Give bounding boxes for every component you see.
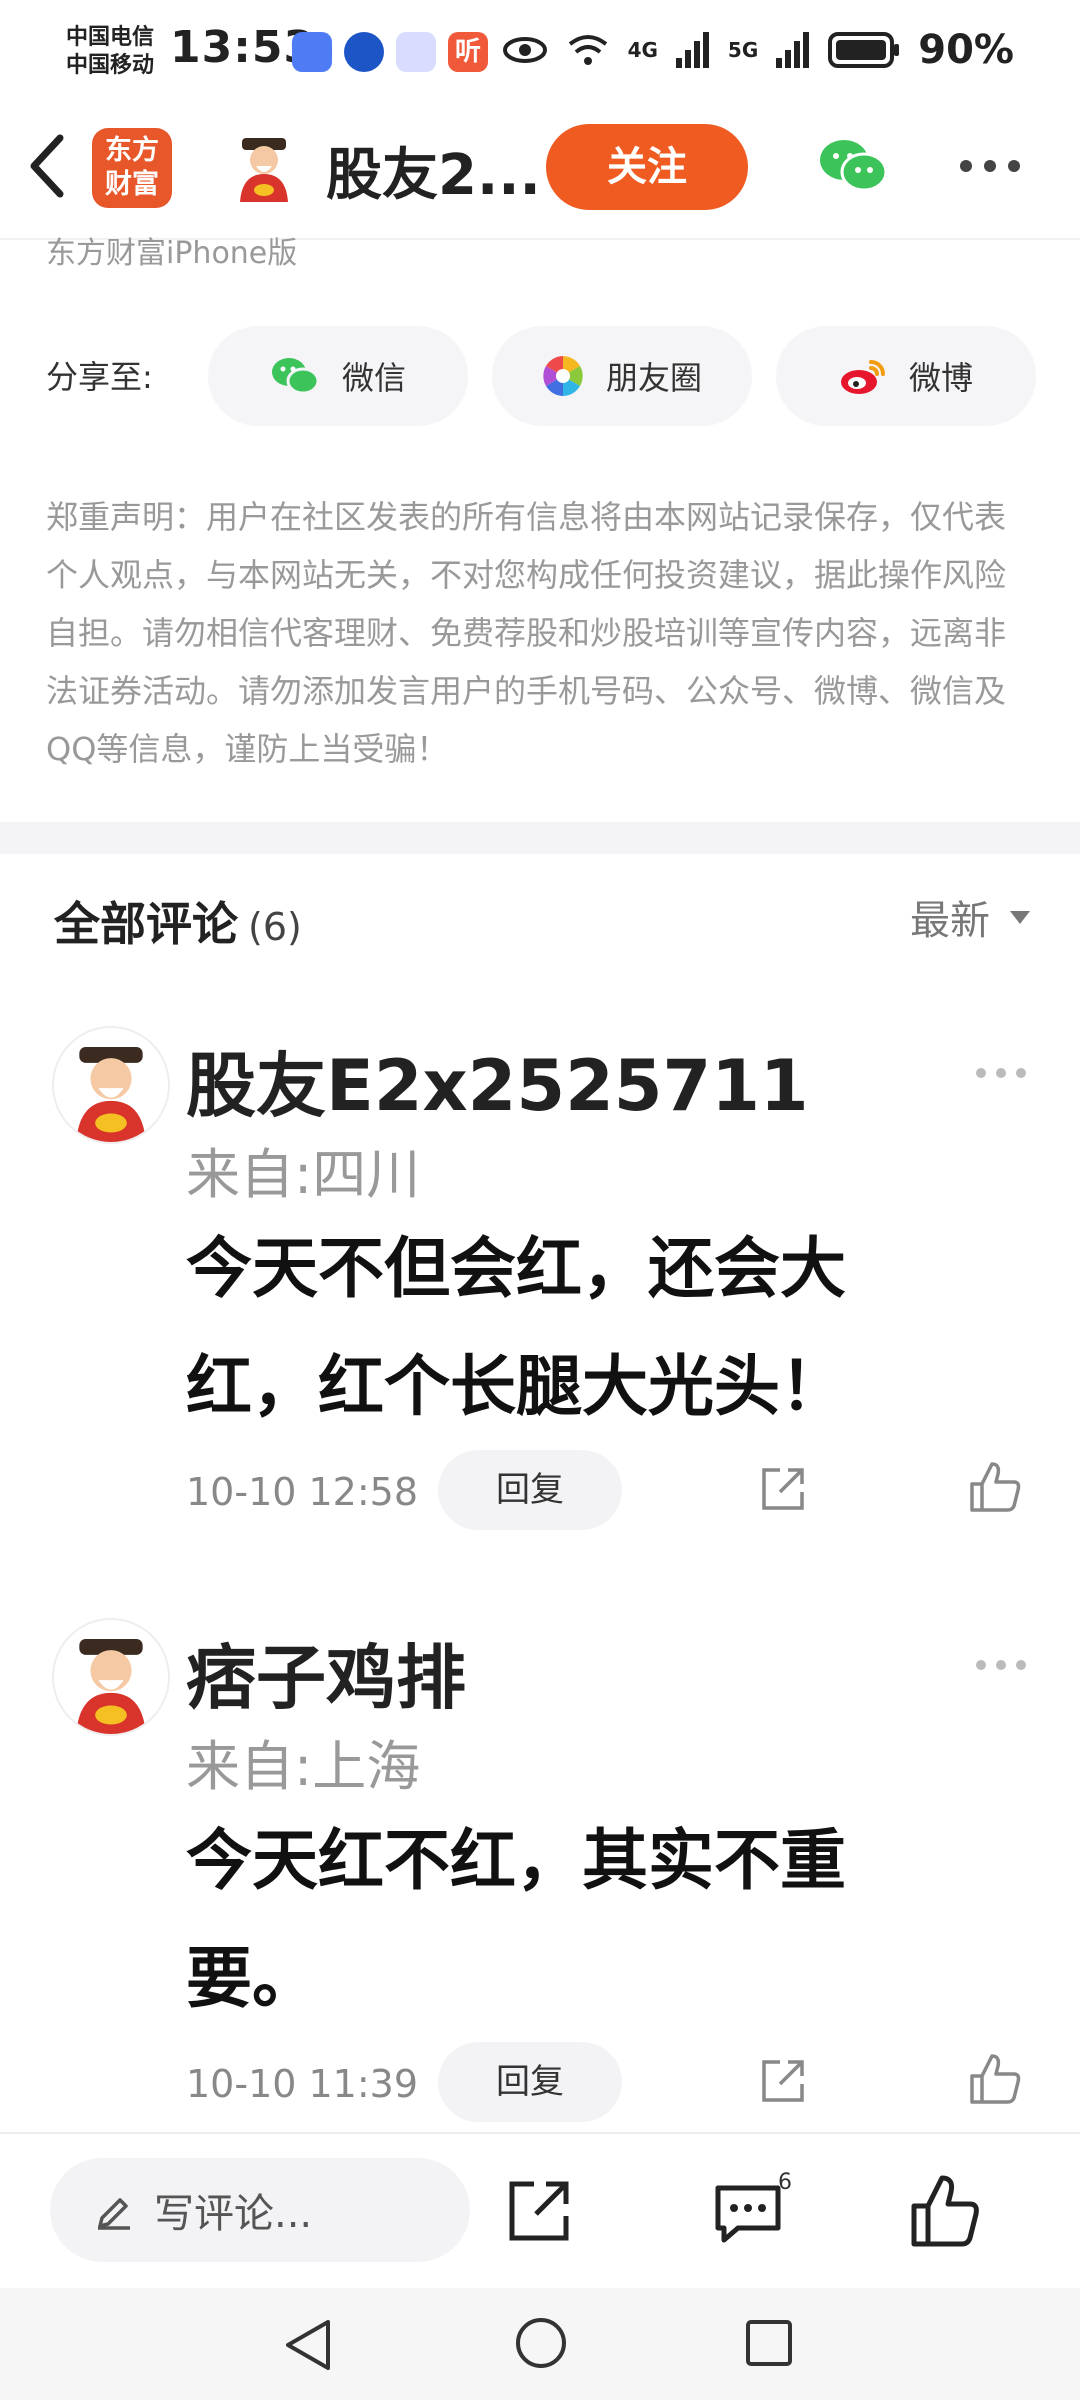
back-arrow-icon[interactable] [20, 126, 80, 206]
share-label: 分享至: [46, 358, 153, 396]
pencil-icon [98, 2198, 130, 2230]
comment-text: 今天红不红，其实不重要。 [186, 1822, 846, 2017]
share-moments-button[interactable]: 朋友圈 [492, 326, 752, 426]
follow-button[interactable]: 关注 [546, 124, 748, 210]
reply-button[interactable]: 回复 [438, 2042, 622, 2122]
status-indicators: 4G 5G 90% [502, 24, 1014, 76]
wechat-share-icon[interactable] [816, 136, 890, 196]
share-weibo-label: 微博 [908, 359, 973, 397]
avatar-icon [76, 1047, 146, 1142]
notification-app-icon: 听 [448, 32, 488, 72]
comment-more-icon[interactable] [976, 1660, 1030, 1672]
commenter-avatar[interactable] [52, 1618, 170, 1736]
share-icon[interactable] [758, 1464, 808, 1514]
weibo-icon [840, 360, 885, 394]
avatar-icon [76, 1639, 146, 1734]
app-logo[interactable]: 东方 财富 [92, 128, 172, 208]
notification-app-icon [396, 32, 436, 72]
commenter-name[interactable]: 痞子鸡排 [186, 1622, 466, 1723]
share-wechat-label: 微信 [341, 359, 406, 397]
section-divider [0, 822, 1080, 854]
reply-button[interactable]: 回复 [438, 1450, 622, 1530]
share-icon[interactable] [506, 2178, 572, 2244]
caret-down-icon [1010, 910, 1030, 924]
logo-line-1: 东方 [105, 135, 159, 166]
notification-app-icon [344, 32, 384, 72]
sort-label: 最新 [910, 898, 990, 944]
network-5g-label: 5G [727, 38, 759, 62]
post-source: 东方财富iPhone版 [46, 236, 298, 271]
wifi-icon [568, 35, 607, 65]
battery-percent: 90% [918, 27, 1014, 73]
top-header: 东方 财富 股友2... 关注 [0, 100, 1080, 240]
comments-header: 全部评论 (6) [54, 888, 302, 954]
commenter-avatar[interactable] [52, 1026, 170, 1144]
wechat-icon [271, 358, 320, 395]
comments-count: (6) [248, 905, 302, 949]
status-bar: 中国电信 中国移动 13:53 听 4G 5G 90% [0, 0, 1080, 100]
commenter-name[interactable]: 股友E2x2525711 [186, 1030, 809, 1131]
system-nav-bar [0, 2288, 1080, 2400]
eye-icon [502, 37, 547, 63]
more-options-icon[interactable] [960, 160, 1024, 174]
nav-recents-icon[interactable] [744, 2318, 794, 2368]
network-4g-label: 4G [627, 38, 658, 62]
signal-icon [776, 32, 810, 68]
logo-line-2: 财富 [105, 169, 159, 200]
moments-icon [543, 356, 583, 396]
share-wechat-button[interactable]: 微信 [208, 326, 468, 426]
page-title: 股友2... [326, 143, 541, 208]
sort-dropdown[interactable]: 最新 [910, 888, 1030, 946]
notification-app-icon [292, 32, 332, 72]
author-avatar-icon[interactable] [228, 130, 300, 202]
comment-more-icon[interactable] [976, 1068, 1030, 1080]
comment-text: 今天不但会红，还会大红，红个长腿大光头！ [186, 1230, 846, 1425]
battery-icon [828, 32, 900, 68]
write-comment-placeholder: 写评论... [154, 2191, 313, 2237]
signal-icon [675, 32, 709, 68]
write-comment-input[interactable]: 写评论... [50, 2158, 470, 2262]
nav-back-icon[interactable] [282, 2318, 334, 2372]
comment-time: 10-10 11:39 [186, 2062, 419, 2106]
share-weibo-button[interactable]: 微博 [776, 326, 1036, 426]
commenter-location: 来自:四川 [186, 1143, 421, 1206]
carrier-2: 中国移动 [66, 53, 155, 78]
thumbs-up-icon[interactable] [910, 2174, 980, 2248]
comment-time: 10-10 12:58 [186, 1470, 419, 1514]
share-moments-label: 朋友圈 [605, 359, 702, 397]
comment-count-badge: 6 [778, 2170, 792, 2195]
comments-title: 全部评论 [54, 897, 238, 951]
disclaimer-text: 郑重声明：用户在社区发表的所有信息将由本网站记录保存，仅代表个人观点，与本网站无… [46, 498, 1007, 768]
carrier-1: 中国电信 [66, 25, 155, 50]
commenter-location: 来自:上海 [186, 1735, 421, 1798]
carrier-info: 中国电信 中国移动 [66, 24, 154, 80]
nav-home-icon[interactable] [514, 2316, 568, 2370]
thumbs-up-icon[interactable] [968, 2052, 1022, 2106]
thumbs-up-icon[interactable] [968, 1460, 1022, 1514]
share-icon[interactable] [758, 2056, 808, 2106]
comment-icon[interactable] [712, 2182, 784, 2246]
bottom-action-bar: 写评论... 6 [0, 2132, 1080, 2288]
